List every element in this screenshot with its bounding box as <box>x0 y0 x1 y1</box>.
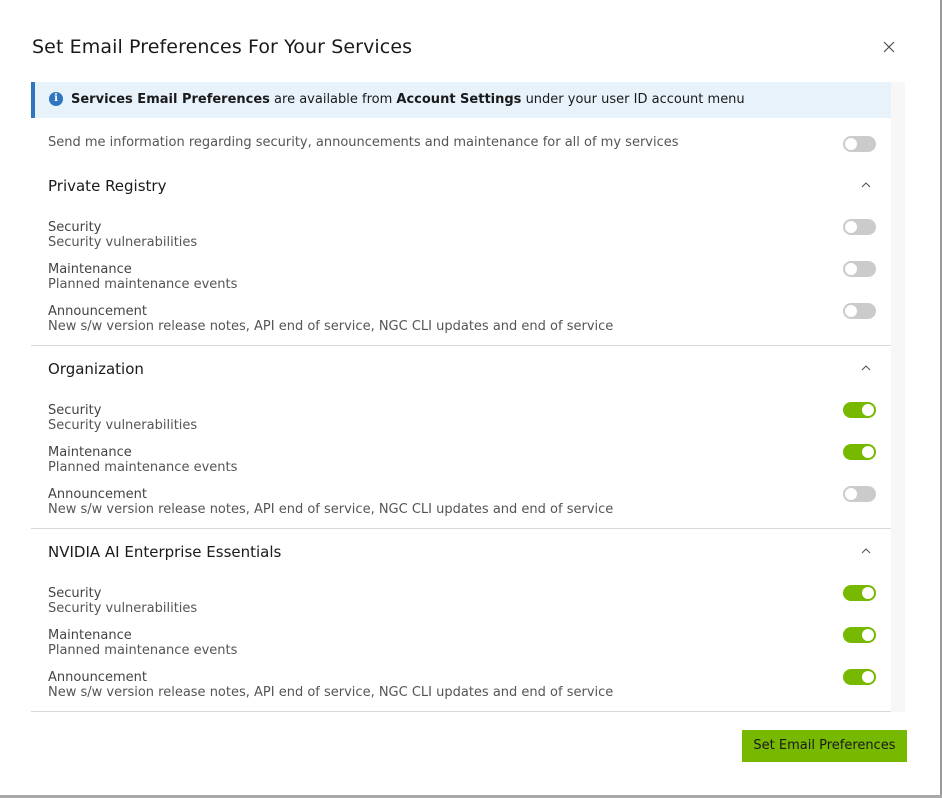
item-label: Announcement <box>48 670 147 685</box>
dialog-title: Set Email Preferences For Your Services <box>32 36 413 58</box>
toggle-security[interactable] <box>843 402 876 418</box>
item-description: New s/w version release notes, API end o… <box>48 685 614 700</box>
scrollbar[interactable] <box>891 82 905 712</box>
toggle-announcement[interactable] <box>843 669 876 685</box>
section-title: Private Registry <box>48 177 167 195</box>
toggle-knob <box>862 629 874 641</box>
info-bold-services: Services Email Preferences <box>71 92 270 107</box>
toggle-knob <box>845 263 857 275</box>
toggle-knob <box>845 305 857 317</box>
toggle-knob <box>862 587 874 599</box>
item-label: Maintenance <box>48 262 132 277</box>
toggle-announcement[interactable] <box>843 303 876 319</box>
info-icon: i <box>49 92 63 106</box>
close-button[interactable] <box>880 38 898 56</box>
toggle-security[interactable] <box>843 219 876 235</box>
info-banner-text: Services Email Preferences are available… <box>71 92 745 107</box>
section-divider <box>31 528 891 529</box>
info-text-2: under your user ID account menu <box>521 92 745 107</box>
item-label: Security <box>48 586 102 601</box>
toggle-announcement[interactable] <box>843 486 876 502</box>
info-banner: i Services Email Preferences are availab… <box>31 82 891 118</box>
item-description: Security vulnerabilities <box>48 235 198 250</box>
item-label: Security <box>48 403 102 418</box>
toggle-knob <box>862 671 874 683</box>
toggle-knob <box>845 138 857 150</box>
item-description: Planned maintenance events <box>48 277 238 292</box>
toggle-knob <box>845 221 857 233</box>
toggle-knob <box>845 488 857 500</box>
chevron-up-icon[interactable] <box>860 179 872 191</box>
item-description: Planned maintenance events <box>48 643 238 658</box>
toggle-maintenance[interactable] <box>843 261 876 277</box>
global-toggle[interactable] <box>843 136 876 152</box>
close-icon <box>883 41 895 53</box>
item-description: New s/w version release notes, API end o… <box>48 319 614 334</box>
item-label: Security <box>48 220 102 235</box>
section-title: Organization <box>48 360 144 378</box>
section-divider <box>31 711 891 712</box>
info-text-1: are available from <box>269 92 397 107</box>
section-title: NVIDIA AI Enterprise Essentials <box>48 543 282 561</box>
global-toggle-label: Send me information regarding security, … <box>48 135 679 150</box>
toggle-maintenance[interactable] <box>843 627 876 643</box>
item-description: Security vulnerabilities <box>48 601 198 616</box>
toggle-knob <box>862 446 874 458</box>
preferences-scroll-area: i Services Email Preferences are availab… <box>31 82 891 712</box>
item-label: Announcement <box>48 304 147 319</box>
chevron-up-icon[interactable] <box>860 545 872 557</box>
info-bold-account-settings: Account Settings <box>396 92 522 107</box>
section-divider <box>31 345 891 346</box>
item-description: New s/w version release notes, API end o… <box>48 502 614 517</box>
toggle-knob <box>862 404 874 416</box>
item-label: Maintenance <box>48 628 132 643</box>
set-email-preferences-button[interactable]: Set Email Preferences <box>742 730 907 762</box>
item-label: Maintenance <box>48 445 132 460</box>
item-description: Security vulnerabilities <box>48 418 198 433</box>
chevron-up-icon[interactable] <box>860 362 872 374</box>
toggle-maintenance[interactable] <box>843 444 876 460</box>
item-label: Announcement <box>48 487 147 502</box>
email-preferences-dialog: Set Email Preferences For Your Services … <box>0 0 940 795</box>
item-description: Planned maintenance events <box>48 460 238 475</box>
toggle-security[interactable] <box>843 585 876 601</box>
